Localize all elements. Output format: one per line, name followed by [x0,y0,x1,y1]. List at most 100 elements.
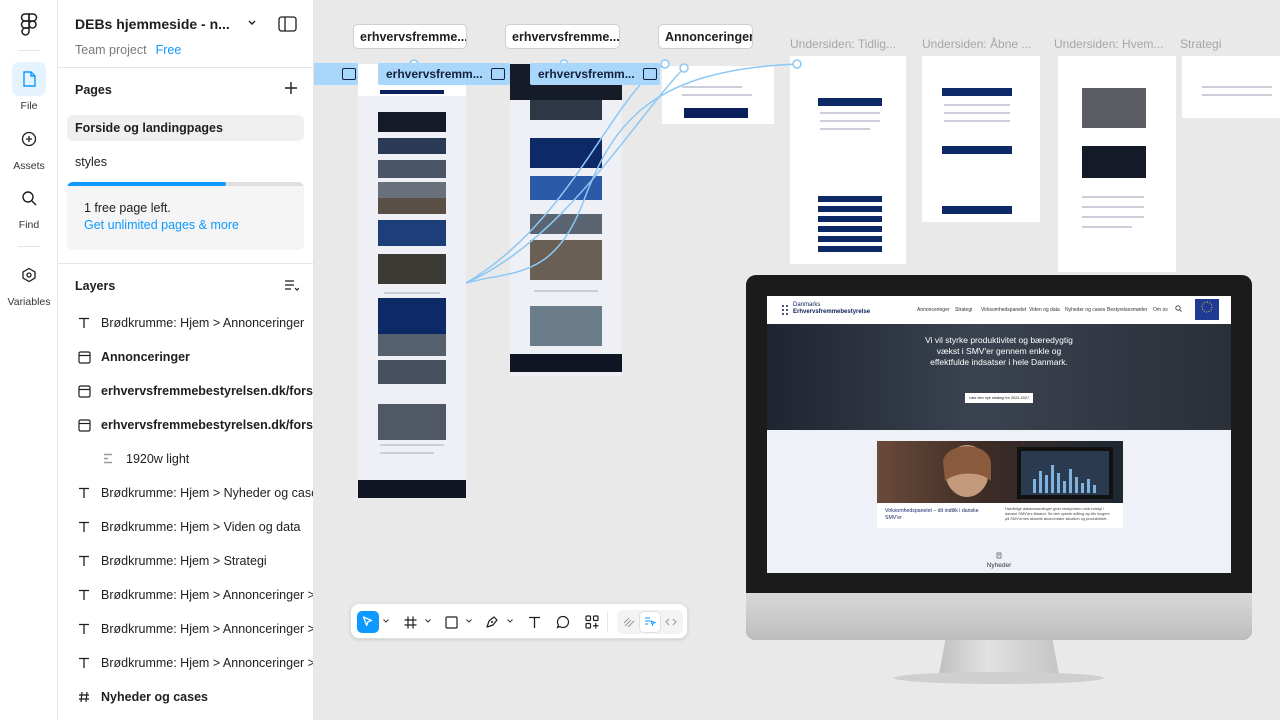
design-mode[interactable] [640,612,660,632]
site-feature-card[interactable]: Virksomhedspanelet – dit indtlik i dansk… [877,441,1123,528]
site-search-icon[interactable] [1175,305,1182,312]
rail-divider [18,246,40,247]
text-layer-icon [77,588,91,602]
rectangle-icon [444,615,458,629]
component-layer-icon [102,452,116,466]
dev-mode[interactable] [661,612,681,632]
code-icon [665,618,677,626]
site-feature-title[interactable]: Virksomhedspanelet – dit indtlik i dansk… [885,508,995,522]
layer-row[interactable]: Nyheder og cases [58,680,313,714]
layers-options-icon[interactable] [284,279,299,293]
text-tool[interactable] [523,611,545,633]
frame-play-icon[interactable] [342,68,356,80]
site-nav-virksomhedspanelet[interactable]: Virksomhedspanelet [981,307,1026,313]
page-item-styles[interactable]: styles [67,149,304,175]
chevron-down-icon[interactable] [425,619,431,623]
site-nav-nyheder[interactable]: Nyheder og cases [1065,307,1105,313]
panel-divider [58,263,313,264]
site-logo: Danmarks Erhvervsfremmebestyrelse [793,302,870,316]
left-panel: DEBs hjemmeside - n... Team project Free … [58,0,314,720]
rail-label-assets: Assets [13,160,45,172]
rail-item-assets[interactable]: Assets [0,122,58,172]
chevron-down-icon[interactable] [507,619,513,623]
page-item-forside[interactable]: Forside og landingpages [67,115,304,141]
monitor-base-shadow [894,672,1104,684]
selected-frame-label-2[interactable]: erhvervsfremm... [530,63,660,85]
frame-play-icon[interactable] [490,68,505,80]
layer-row[interactable]: 1920w light [58,442,313,476]
selected-frame-label-1[interactable]: erhvervsfremm... [378,63,510,85]
layer-label: Brødkrumme: Hjem > Annonceringer > [101,622,314,636]
site-logo-icon [782,305,788,315]
monitor-chin [746,593,1252,640]
upgrade-link[interactable]: Get unlimited pages & more [84,218,239,232]
layer-row[interactable]: erhvervsfremmebestyrelsen.dk/forside [58,408,314,442]
layer-row[interactable]: Annonceringer [58,340,313,374]
actions-icon [585,615,599,629]
assets-icon [12,122,46,156]
comment-icon [556,615,570,629]
site-nav-strategi[interactable]: Strategi [955,307,972,313]
site-hero-text: Vi vil styrke produktivitet og bæredygti… [925,335,1073,367]
plan-badge[interactable]: Free [156,43,182,57]
site-nav-bestyrelsesmoeder[interactable]: Bestyrelsesmøder [1107,307,1147,313]
file-title[interactable]: DEBs hjemmeside - n... [75,16,230,32]
mode-switcher [617,610,683,634]
layer-row[interactable]: Brødkrumme: Hjem > Viden og data [58,510,313,544]
design-mode-icon [645,617,656,627]
selected-frame-label-partial[interactable] [314,63,358,85]
cursor-icon [362,616,373,627]
text-icon [528,616,540,628]
rail-item-find[interactable]: Find [0,181,58,231]
layer-row[interactable]: Brødkrumme: Hjem > Annonceringer [58,306,313,340]
pen-icon [486,616,498,628]
add-page-icon[interactable] [284,81,298,95]
project-label[interactable]: Team project [75,43,147,57]
frame-layer-icon [77,350,91,364]
rail-item-variables[interactable]: Variables [0,258,58,308]
layer-label: 1920w light [126,452,190,466]
pages-title: Pages [75,83,112,97]
left-rail: File Assets Find Variables [0,0,58,720]
layer-row[interactable]: erhvervsfremmebestyrelsen.dk/forside [58,374,313,408]
panel-divider [58,67,313,68]
site-nav-om-os[interactable]: Om os [1153,307,1168,313]
layer-row[interactable]: Brødkrumme: Hjem > Annonceringer > [58,646,313,680]
chevron-down-icon[interactable] [247,17,257,27]
actions-tool[interactable] [581,611,603,633]
text-layer-icon [77,554,91,568]
selected-frame-label-text: erhvervsfremm... [538,67,635,81]
frame-play-icon[interactable] [642,68,657,80]
sidebar-toggle-icon[interactable] [278,16,297,32]
site-nav-annonceringer[interactable]: Annonceringer [917,307,950,313]
layer-row[interactable]: Brødkrumme: Hjem > Strategi [58,544,313,578]
site-nav-viden[interactable]: Viden og data [1029,307,1060,313]
layer-label: Brødkrumme: Hjem > Annonceringer [101,316,305,330]
news-icon [996,552,1002,559]
layer-row[interactable]: Brødkrumme: Hjem > Annonceringer > [58,612,314,646]
site-hero-button[interactable]: Læs den nye strategi for 2024-2027 [965,393,1033,403]
layer-row[interactable]: Brødkrumme: Hjem > Nyheder og cases [58,476,313,510]
site-hero: Vi vil styrke produktivitet og bæredygti… [767,324,1231,430]
frame-tool[interactable] [399,611,421,633]
comment-tool[interactable] [552,611,574,633]
rail-label-file: File [20,100,38,112]
text-layer-icon [77,622,91,636]
draw-mode-icon [623,617,635,628]
rail-item-file[interactable]: File [0,62,58,112]
rail-divider [18,50,40,51]
figma-logo-icon[interactable] [18,13,40,37]
draw-mode[interactable] [619,612,639,632]
shape-tool[interactable] [440,611,462,633]
chevron-down-icon[interactable] [466,619,472,623]
move-tool[interactable] [357,611,379,633]
website-preview[interactable]: Danmarks Erhvervsfremmebestyrelse Annonc… [767,296,1231,573]
chevron-down-icon[interactable] [383,619,389,623]
pen-tool[interactable] [481,611,503,633]
layer-label: erhvervsfremmebestyrelsen.dk/forside [101,418,314,432]
layer-row[interactable]: Brødkrumme: Hjem > Annonceringer > [58,578,313,612]
project-line: Team project Free [75,43,181,57]
layer-label: Nyheder og cases [101,690,208,704]
frame-layer-icon [77,384,91,398]
eu-flag-logo [1195,299,1219,320]
